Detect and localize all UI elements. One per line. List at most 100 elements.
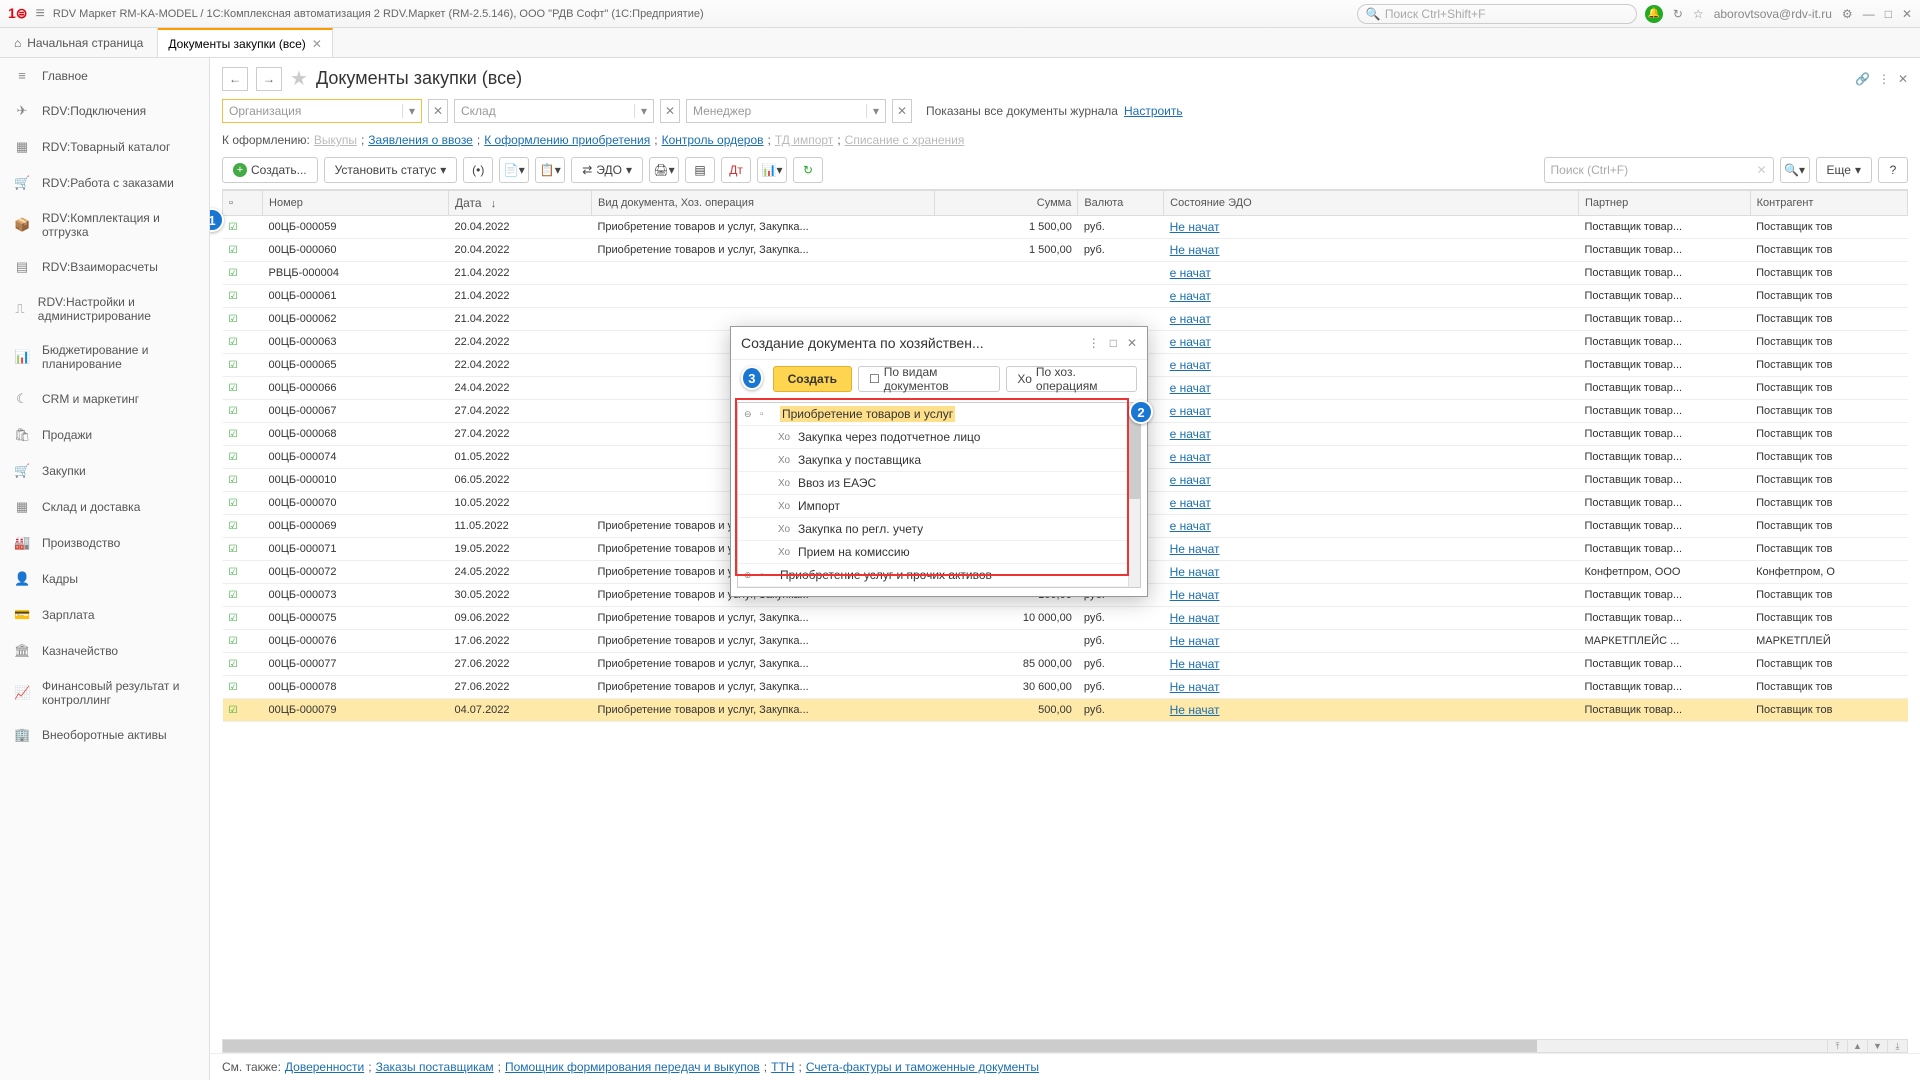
edo-link[interactable]: Не начат bbox=[1170, 634, 1220, 648]
tree-item[interactable]: ХоИмпорт bbox=[738, 495, 1140, 518]
footer-l4[interactable]: ТТН bbox=[771, 1060, 794, 1074]
table-search[interactable]: Поиск (Ctrl+F)✕ bbox=[1544, 157, 1774, 183]
menu-icon[interactable]: ≡ bbox=[36, 5, 45, 23]
tab-home[interactable]: ⌂ Начальная страница bbox=[0, 28, 158, 57]
edo-link[interactable]: Не начат bbox=[1170, 542, 1220, 556]
tree-item[interactable]: ХоПрием на комиссию bbox=[738, 541, 1140, 564]
tb-icon-5[interactable]: Дт bbox=[721, 157, 751, 183]
kebab-icon[interactable]: ⋮ bbox=[1878, 72, 1890, 86]
tree-item[interactable]: ХоВвоз из ЕАЭС bbox=[738, 472, 1140, 495]
sidebar-item[interactable]: 🏢Внеоборотные активы bbox=[0, 717, 209, 753]
col-edo[interactable]: Состояние ЭДО bbox=[1164, 191, 1579, 216]
tb-icon-2[interactable]: 📄▾ bbox=[499, 157, 529, 183]
maximize-icon[interactable]: □ bbox=[1885, 7, 1892, 21]
status-button[interactable]: Установить статус▾ bbox=[324, 157, 458, 183]
col-sum[interactable]: Сумма bbox=[935, 191, 1078, 216]
table[interactable]: ▫ Номер Дата ↓ Вид документа, Хоз. опера… bbox=[222, 189, 1908, 1039]
minimize-icon[interactable]: — bbox=[1863, 7, 1875, 21]
tree-item[interactable]: ХоЗакупка у поставщика bbox=[738, 449, 1140, 472]
edo-link[interactable]: е начат bbox=[1170, 381, 1211, 395]
ops-tree[interactable]: ⊖▫Приобретение товаров и услуг ХоЗакупка … bbox=[737, 402, 1141, 588]
edo-link[interactable]: Не начат bbox=[1170, 243, 1220, 257]
footer-l1[interactable]: Доверенности bbox=[285, 1060, 364, 1074]
sidebar-item[interactable]: 📦RDV:Комплектация и отгрузка bbox=[0, 201, 209, 249]
h-scrollbar[interactable]: ⤒ ▲ ▼ ⤓ bbox=[222, 1039, 1908, 1053]
tree-item[interactable]: ⊕▫Приобретение услуг и прочих активов bbox=[738, 564, 1140, 587]
history-icon[interactable]: ↻ bbox=[1673, 7, 1683, 21]
sidebar-item[interactable]: ☾CRM и маркетинг bbox=[0, 381, 209, 417]
more-button[interactable]: Еще ▾ bbox=[1816, 157, 1872, 183]
sidebar-item[interactable]: 📈Финансовый результат и контроллинг bbox=[0, 669, 209, 717]
edo-link[interactable]: Не начат bbox=[1170, 703, 1220, 717]
col-icon[interactable]: ▫ bbox=[223, 191, 263, 216]
edo-link[interactable]: е начат bbox=[1170, 427, 1211, 441]
expand-icon[interactable]: ⊖ bbox=[744, 409, 754, 420]
edo-link[interactable]: е начат bbox=[1170, 404, 1211, 418]
sidebar-item[interactable]: ▦Склад и доставка bbox=[0, 489, 209, 525]
favorite-icon[interactable]: ★ bbox=[290, 66, 308, 91]
tree-scrollbar[interactable] bbox=[1128, 403, 1140, 587]
refresh-button[interactable]: ↻ bbox=[793, 157, 823, 183]
edo-link[interactable]: Не начат bbox=[1170, 611, 1220, 625]
edo-button[interactable]: ⇄ ЭДО ▾ bbox=[571, 157, 643, 183]
by-docs-button[interactable]: ☐ По видам документов bbox=[858, 366, 1000, 392]
filter-org[interactable]: Организация▾ bbox=[222, 99, 422, 123]
edo-link[interactable]: Не начат bbox=[1170, 220, 1220, 234]
table-row[interactable]: ☑00ЦБ-00007904.07.2022Приобретение товар… bbox=[223, 699, 1908, 722]
col-cur[interactable]: Валюта bbox=[1078, 191, 1164, 216]
sidebar-item[interactable]: ▤RDV:Взаиморасчеты bbox=[0, 249, 209, 285]
col-date[interactable]: Дата ↓ bbox=[448, 191, 591, 216]
tb-icon-6[interactable]: 📊▾ bbox=[757, 157, 787, 183]
nav-fwd[interactable]: → bbox=[256, 67, 282, 91]
tab-documents[interactable]: Документы закупки (все) ✕ bbox=[158, 28, 333, 57]
tb-icon-1[interactable]: (•) bbox=[463, 157, 493, 183]
table-row[interactable]: ☑00ЦБ-00007617.06.2022Приобретение товар… bbox=[223, 630, 1908, 653]
edo-link[interactable]: е начат bbox=[1170, 266, 1211, 280]
popup-max-icon[interactable]: □ bbox=[1110, 336, 1117, 350]
sidebar-item[interactable]: ▦RDV:Товарный каталог bbox=[0, 129, 209, 165]
link-priobreteniya[interactable]: К оформлению приобретения bbox=[484, 133, 650, 147]
scroll-thumb[interactable] bbox=[223, 1040, 1537, 1052]
bell-icon[interactable]: 🔔 bbox=[1645, 5, 1663, 23]
create-button[interactable]: +Создать... bbox=[222, 157, 318, 183]
settings-icon[interactable]: ⚙ bbox=[1842, 7, 1853, 21]
sidebar-item[interactable]: ✈RDV:Подключения bbox=[0, 93, 209, 129]
clear-manager[interactable]: ✕ bbox=[892, 99, 912, 123]
link-icon[interactable]: 🔗 bbox=[1855, 72, 1870, 86]
close-icon[interactable]: ✕ bbox=[1902, 7, 1912, 21]
sidebar-item[interactable]: 🛍Продажи bbox=[0, 417, 209, 453]
star-icon[interactable]: ☆ bbox=[1693, 7, 1704, 21]
help-button[interactable]: ? bbox=[1878, 157, 1908, 183]
edo-link[interactable]: е начат bbox=[1170, 358, 1211, 372]
footer-l3[interactable]: Помощник формирования передач и выкупов bbox=[505, 1060, 760, 1074]
tree-item[interactable]: ⊖▫Приобретение товаров и услуг bbox=[738, 403, 1140, 426]
search-btn[interactable]: 🔍▾ bbox=[1780, 157, 1810, 183]
filter-warehouse[interactable]: Склад▾ bbox=[454, 99, 654, 123]
global-search[interactable]: 🔍 Поиск Ctrl+Shift+F bbox=[1357, 4, 1637, 24]
edo-link[interactable]: е начат bbox=[1170, 496, 1211, 510]
sidebar-item[interactable]: 💳Зарплата bbox=[0, 597, 209, 633]
nav-back[interactable]: ← bbox=[222, 67, 248, 91]
table-row[interactable]: ☑00ЦБ-00005920.04.2022Приобретение товар… bbox=[223, 216, 1908, 239]
footer-l5[interactable]: Счета-фактуры и таможенные документы bbox=[806, 1060, 1039, 1074]
panel-close-icon[interactable]: ✕ bbox=[1898, 72, 1908, 86]
col-num[interactable]: Номер bbox=[263, 191, 449, 216]
table-row[interactable]: ☑00ЦБ-00007509.06.2022Приобретение товар… bbox=[223, 607, 1908, 630]
sidebar-item[interactable]: 🛒Закупки bbox=[0, 453, 209, 489]
clear-icon[interactable]: ✕ bbox=[1756, 163, 1766, 177]
edo-link[interactable]: е начат bbox=[1170, 450, 1211, 464]
table-row[interactable]: ☑00ЦБ-00007727.06.2022Приобретение товар… bbox=[223, 653, 1908, 676]
table-row[interactable]: ☑00ЦБ-00006020.04.2022Приобретение товар… bbox=[223, 239, 1908, 262]
scroll-up[interactable]: ▲ bbox=[1847, 1040, 1867, 1052]
sidebar-item[interactable]: 🛒RDV:Работа с заказами bbox=[0, 165, 209, 201]
scroll-bottom[interactable]: ⤓ bbox=[1887, 1040, 1907, 1052]
sidebar-item[interactable]: 📊Бюджетирование и планирование bbox=[0, 333, 209, 381]
expand-icon[interactable]: ⊕ bbox=[744, 570, 754, 581]
edo-link[interactable]: Не начат bbox=[1170, 588, 1220, 602]
col-counter[interactable]: Контрагент bbox=[1750, 191, 1907, 216]
edo-link[interactable]: е начат bbox=[1170, 473, 1211, 487]
col-kind[interactable]: Вид документа, Хоз. операция bbox=[592, 191, 935, 216]
table-row[interactable]: ☑00ЦБ-00007827.06.2022Приобретение товар… bbox=[223, 676, 1908, 699]
sidebar-item[interactable]: 👤Кадры bbox=[0, 561, 209, 597]
tb-icon-3[interactable]: 📋▾ bbox=[535, 157, 565, 183]
